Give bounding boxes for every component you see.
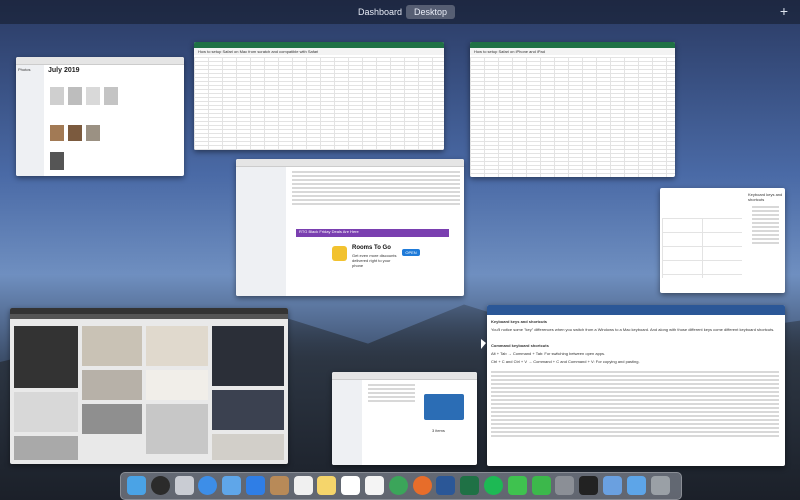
spotify-icon[interactable] bbox=[484, 476, 503, 495]
photo-tile[interactable] bbox=[82, 370, 142, 400]
spreadsheet-grid[interactable] bbox=[194, 57, 444, 150]
window-titlebar bbox=[332, 372, 477, 380]
safari-icon[interactable] bbox=[198, 476, 218, 495]
chrome-icon[interactable] bbox=[388, 476, 408, 495]
siri-icon[interactable] bbox=[150, 476, 170, 495]
photo-tile[interactable] bbox=[146, 370, 208, 400]
doc-body bbox=[487, 369, 783, 439]
doc-body bbox=[748, 204, 783, 246]
word-window[interactable]: Keyboard keys and shortcuts You'll notic… bbox=[487, 305, 785, 466]
doc-subheading: Command keyboard shortcuts bbox=[491, 343, 549, 348]
item-count: 3 items bbox=[432, 428, 445, 433]
excel-window-2[interactable]: How to setup Safari on iPhone and iPad bbox=[470, 42, 675, 177]
formula-bar[interactable]: How to setup Safari on iPhone and iPad bbox=[470, 48, 675, 55]
photo-tile[interactable] bbox=[14, 392, 78, 432]
promo-banner: RTG Black Friday Deals Are Here bbox=[296, 229, 449, 237]
mission-control-spaces-bar: Dashboard Desktop + bbox=[0, 0, 800, 24]
excel-icon[interactable] bbox=[460, 476, 480, 495]
notes-icon[interactable] bbox=[317, 476, 337, 495]
space-desktop[interactable]: Desktop bbox=[406, 5, 456, 19]
contacts-icon[interactable] bbox=[269, 476, 289, 495]
photo-tile[interactable] bbox=[146, 326, 208, 366]
launchpad-icon[interactable] bbox=[174, 476, 194, 495]
open-button[interactable]: OPEN bbox=[402, 249, 420, 256]
doc-paragraph: You'll notice some "key" differences whe… bbox=[491, 327, 775, 332]
photo-thumbnail[interactable] bbox=[86, 125, 100, 141]
promo-title: Rooms To Go bbox=[352, 245, 391, 251]
finder-window[interactable]: Photos July 2019 bbox=[16, 57, 184, 176]
terminal-icon[interactable] bbox=[579, 476, 599, 495]
firefox-icon[interactable] bbox=[412, 476, 432, 495]
spreadsheet-grid[interactable] bbox=[470, 57, 675, 177]
dock bbox=[120, 472, 682, 500]
photos-icon[interactable] bbox=[293, 476, 313, 495]
album-title: July 2019 bbox=[48, 67, 80, 74]
calendar-icon[interactable] bbox=[341, 476, 361, 495]
photo-thumbnail[interactable] bbox=[50, 125, 64, 141]
reminders-icon[interactable] bbox=[365, 476, 384, 495]
add-space-button[interactable]: + bbox=[780, 3, 788, 19]
word-icon[interactable] bbox=[436, 476, 456, 495]
photo-tile[interactable] bbox=[146, 404, 208, 454]
photo-thumbnail[interactable] bbox=[68, 125, 82, 141]
photo-tile[interactable] bbox=[14, 326, 78, 388]
word-ribbon bbox=[487, 305, 785, 315]
photo-tile[interactable] bbox=[14, 436, 78, 460]
word-window-small[interactable]: Keyboard keys and shortcuts bbox=[660, 188, 785, 293]
promo-text: Get even more discounts delivered right … bbox=[352, 253, 397, 268]
finder-sidebar bbox=[332, 380, 362, 465]
doc-heading: Keyboard keys and shortcuts bbox=[491, 319, 548, 324]
trash-icon[interactable] bbox=[650, 476, 670, 495]
window-titlebar bbox=[16, 57, 184, 65]
mail-window[interactable]: RTG Black Friday Deals Are Here Rooms To… bbox=[236, 159, 464, 296]
photo-thumbnail[interactable] bbox=[50, 87, 64, 105]
photo-thumbnail[interactable] bbox=[86, 87, 100, 105]
messages-icon[interactable] bbox=[507, 476, 527, 495]
photo-tile[interactable] bbox=[212, 434, 284, 460]
finder-sidebar: Photos bbox=[16, 65, 44, 176]
doc-list-item: Alt + Tab → Command + Tab: For switching… bbox=[491, 351, 606, 356]
photo-tile[interactable] bbox=[212, 326, 284, 386]
mail-icon[interactable] bbox=[222, 476, 242, 495]
app-icon bbox=[332, 246, 347, 261]
message-list[interactable] bbox=[288, 169, 464, 207]
sidebar-heading: Photos bbox=[18, 67, 31, 72]
file-list[interactable] bbox=[364, 382, 419, 404]
facetime-icon[interactable] bbox=[531, 476, 551, 495]
app-store-icon[interactable] bbox=[246, 476, 265, 495]
doc-heading: Keyboard keys and shortcuts bbox=[748, 192, 783, 202]
file-preview bbox=[424, 394, 464, 420]
browser-toolbar bbox=[10, 314, 288, 319]
photo-thumbnail[interactable] bbox=[50, 152, 64, 170]
photo-tile[interactable] bbox=[82, 326, 142, 366]
browser-photos-window[interactable] bbox=[10, 308, 288, 464]
photo-thumbnail[interactable] bbox=[104, 87, 118, 105]
photo-tile[interactable] bbox=[212, 390, 284, 430]
preview-icon[interactable] bbox=[603, 476, 622, 495]
doc-list-item: Ctrl + C and Ctrl + V → Command + C and … bbox=[491, 359, 640, 364]
finder-window-small[interactable]: 3 items bbox=[332, 372, 477, 465]
mail-sidebar bbox=[236, 167, 286, 296]
formula-bar[interactable]: How to setup Safari on Mac from scratch … bbox=[194, 48, 444, 55]
system-preferences-icon[interactable] bbox=[555, 476, 575, 495]
doc-table bbox=[662, 218, 742, 278]
space-dashboard[interactable]: Dashboard bbox=[350, 5, 410, 19]
photo-thumbnail[interactable] bbox=[68, 87, 82, 105]
finder-icon[interactable] bbox=[127, 476, 146, 495]
mouse-cursor bbox=[481, 339, 486, 349]
excel-window-1[interactable]: How to setup Safari on Mac from scratch … bbox=[194, 42, 444, 150]
finder-folder-icon[interactable] bbox=[626, 476, 646, 495]
window-titlebar bbox=[236, 159, 464, 167]
photo-tile[interactable] bbox=[82, 404, 142, 434]
